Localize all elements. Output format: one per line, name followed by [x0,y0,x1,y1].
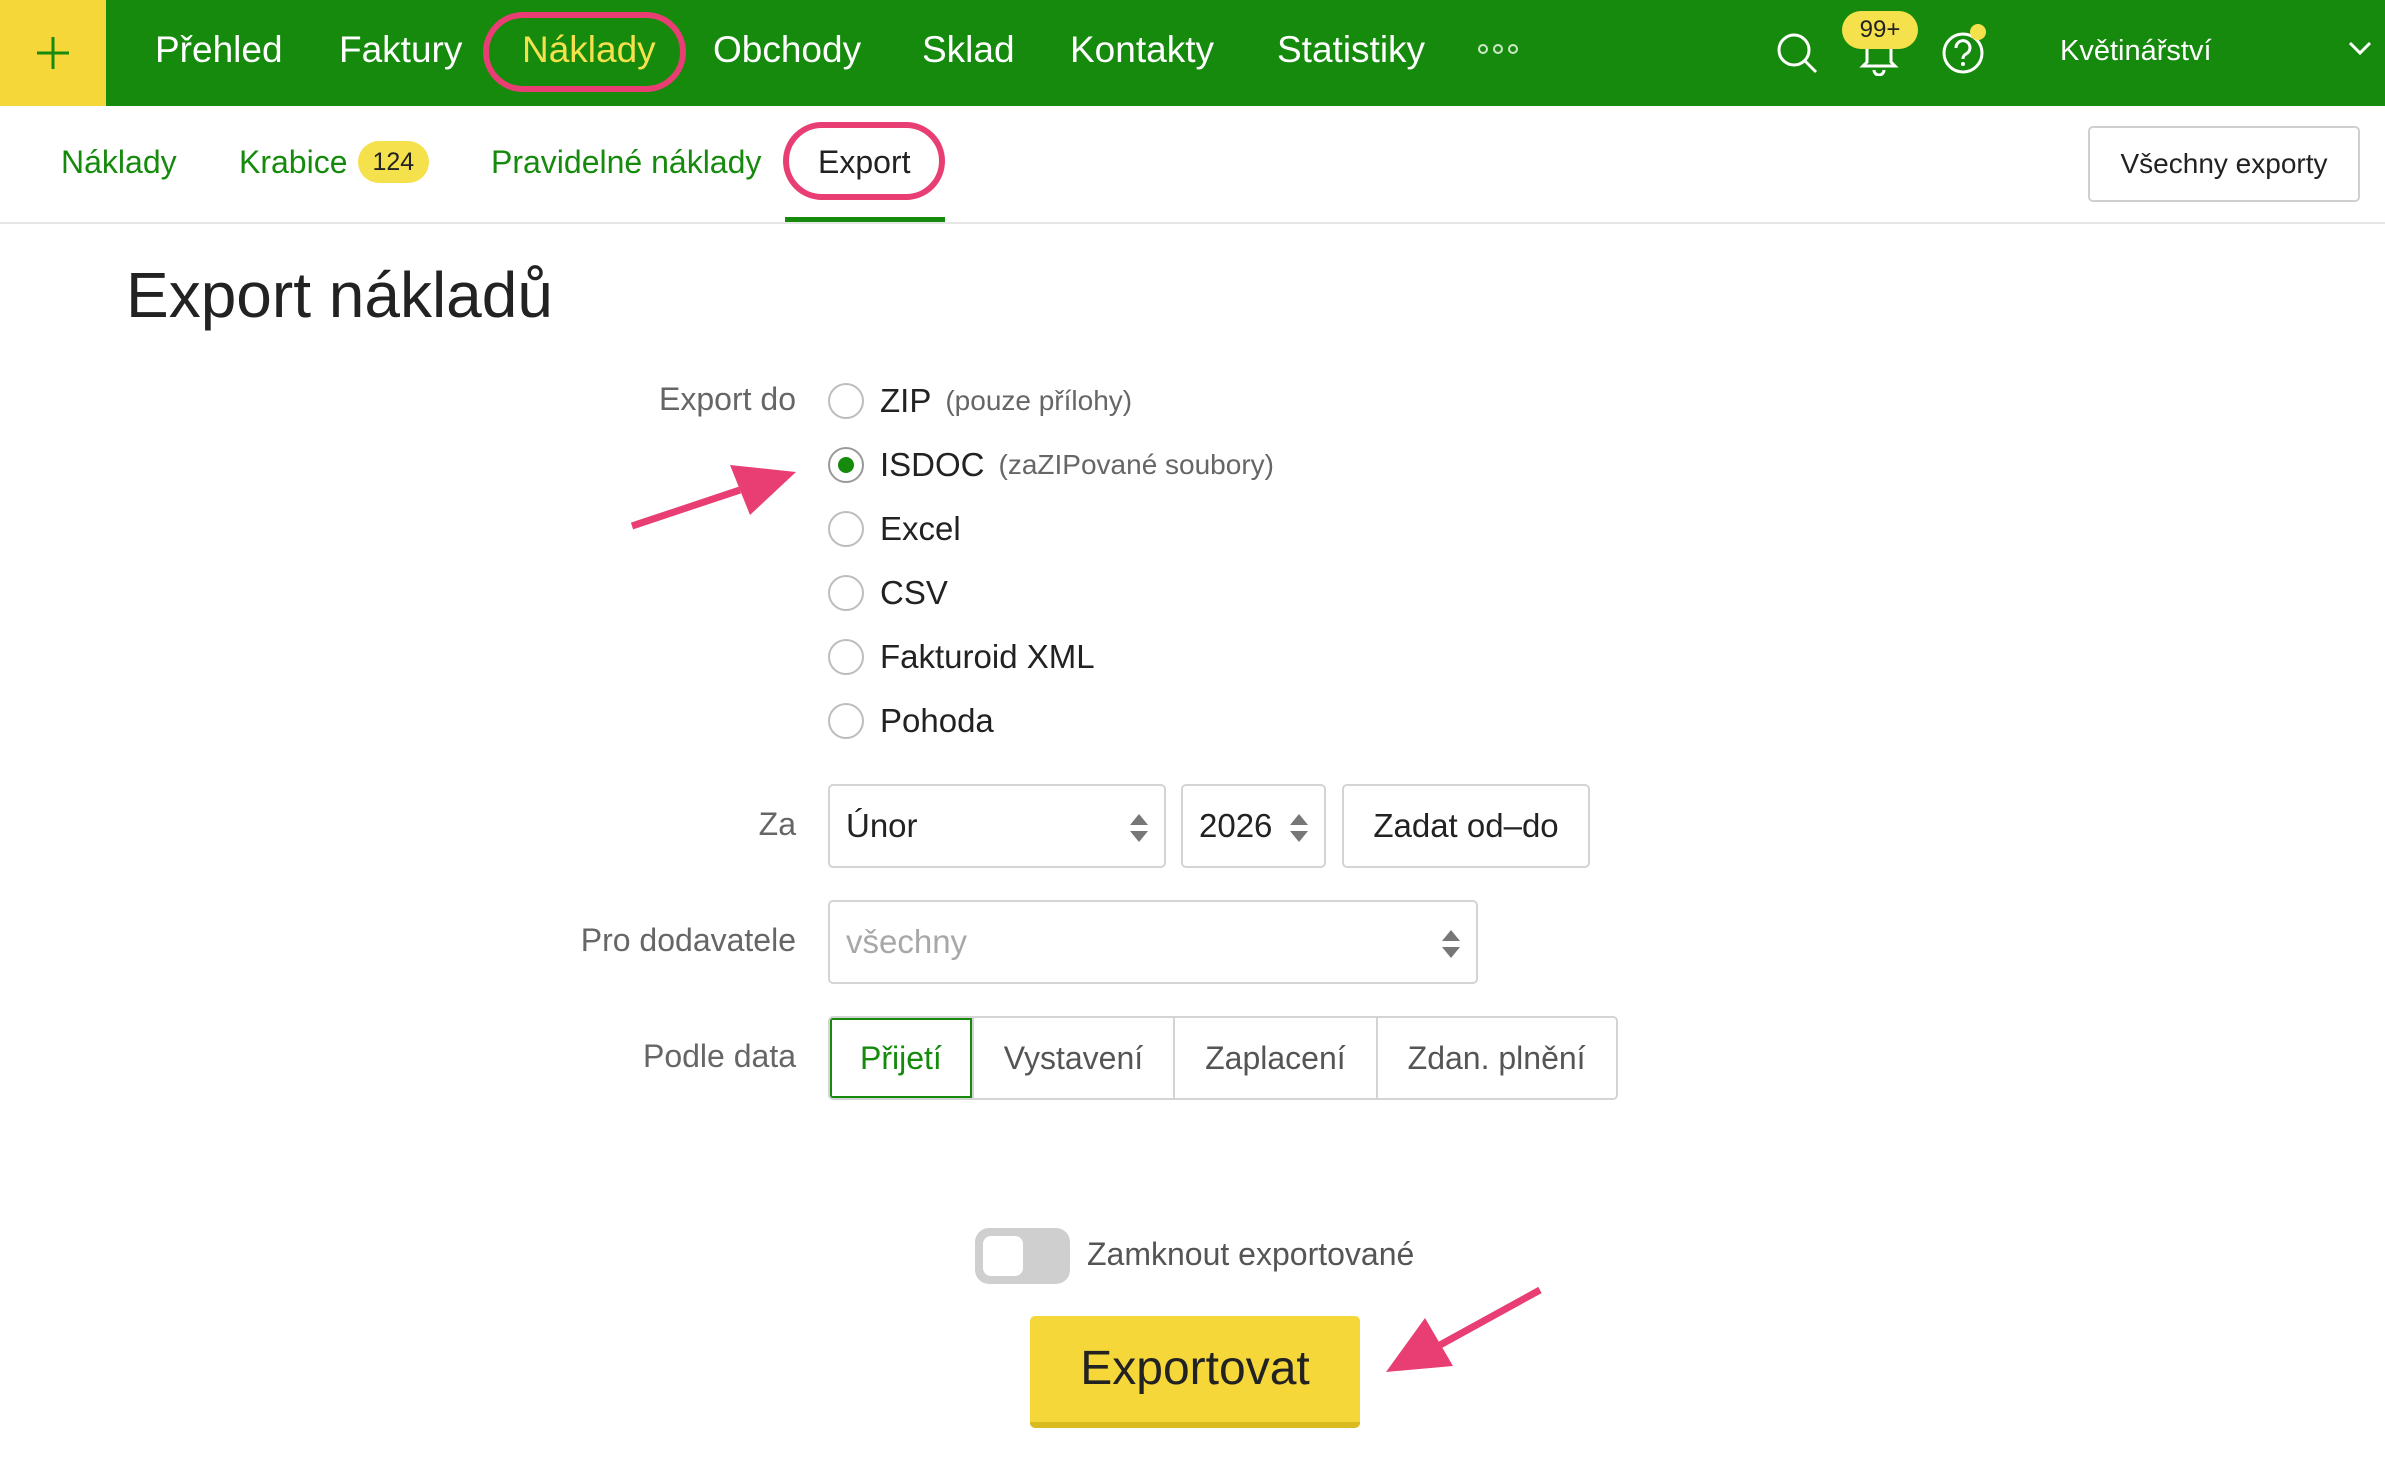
radio-button[interactable] [828,703,864,739]
toggle-knob [983,1236,1023,1276]
radio-option-zip[interactable]: ZIP (pouze přílohy) [828,380,1132,422]
radio-option-fakturoid-xml[interactable]: Fakturoid XML [828,636,1095,678]
date-basis-segmented-control: Přijetí Vystavení Zaplacení Zdan. plnění [828,1016,1618,1100]
radio-label: ISDOC [880,446,985,483]
all-exports-button[interactable]: Všechny exporty [2088,126,2360,202]
select-arrows-icon [1290,814,1308,842]
subnav-item-naklady[interactable]: Náklady [61,106,177,222]
radio-note: (pouze přílohy) [945,385,1133,416]
lock-exported-toggle[interactable] [975,1228,1070,1284]
date-range-button[interactable]: Zadat od–do [1342,784,1590,868]
year-select-value: 2026 [1199,807,1273,844]
radio-button[interactable] [828,575,864,611]
page-title: Export nákladů [126,259,553,331]
notifications-badge: 99+ [1842,11,1918,49]
top-navigation: Přehled Faktury Náklady Obchody Sklad Ko… [0,0,2385,106]
plus-icon [37,37,69,69]
radio-option-excel[interactable]: Excel [828,508,961,550]
arrow-to-isdoc-icon [630,465,796,530]
account-chevron-button[interactable] [2347,38,2373,63]
account-name[interactable]: Květinářství [2060,0,2212,106]
radio-label: Excel [880,510,961,547]
nav-item-faktury[interactable]: Faktury [339,0,462,106]
more-dots-icon[interactable] [1478,44,1518,54]
export-button[interactable]: Exportovat [1030,1316,1360,1428]
subnav-item-krabice-label: Krabice [239,144,348,180]
nav-item-kontakty[interactable]: Kontakty [1070,0,1214,106]
date-basis-zdan-plneni[interactable]: Zdan. plnění [1375,1018,1616,1098]
radio-note: (zaZIPované soubory) [998,449,1274,480]
nav-item-sklad[interactable]: Sklad [922,0,1015,106]
month-select[interactable]: Únor [828,784,1166,868]
date-basis-label: Podle data [642,1038,796,1074]
active-tab-underline [785,217,945,222]
radio-button[interactable] [828,383,864,419]
radio-label: Pohoda [880,702,994,739]
export-to-label: Export do [659,381,796,417]
date-basis-prijeti[interactable]: Přijetí [830,1018,972,1098]
subnav-item-export[interactable]: Export [818,106,910,222]
search-button[interactable] [1766,22,1828,84]
radio-button-checked[interactable] [828,447,864,483]
radio-option-pohoda[interactable]: Pohoda [828,700,994,742]
radio-label: Fakturoid XML [880,638,1095,675]
radio-label: ZIP [880,382,932,419]
date-basis-zaplaceni[interactable]: Zaplacení [1173,1018,1376,1098]
radio-label: CSV [880,574,948,611]
radio-option-csv[interactable]: CSV [828,572,948,614]
supplier-label: Pro dodavatele [580,922,796,958]
nav-item-naklady[interactable]: Náklady [522,0,656,106]
chevron-down-icon [2348,41,2372,56]
nav-item-obchody[interactable]: Obchody [713,0,861,106]
supplier-select[interactable]: všechny [828,900,1478,984]
date-basis-vystaveni[interactable]: Vystavení [971,1018,1174,1098]
inbox-count-badge: 124 [357,140,430,183]
search-icon [1777,33,1818,74]
sub-navigation: Náklady Krabice 124 Pravidelné náklady Ex… [0,106,2385,224]
select-arrows-icon [1442,930,1460,958]
radio-button[interactable] [828,639,864,675]
add-new-button[interactable] [0,0,106,106]
nav-item-prehled[interactable]: Přehled [155,0,283,106]
lock-exported-label: Zamknout exportované [1087,1236,1415,1272]
year-select[interactable]: 2026 [1181,784,1326,868]
select-arrows-icon [1130,814,1148,842]
radio-button[interactable] [828,511,864,547]
subnav-item-krabice[interactable]: Krabice 124 [239,106,430,222]
nav-item-statistiky[interactable]: Statistiky [1277,0,1425,106]
help-notification-dot [1970,24,1986,40]
supplier-select-placeholder: všechny [846,923,968,960]
arrow-to-export-button-icon [1386,1286,1542,1372]
month-select-value: Únor [846,807,918,844]
period-label: Za [758,806,796,842]
radio-option-isdoc[interactable]: ISDOC (zaZIPované soubory) [828,444,1274,486]
subnav-item-pravidelne-naklady[interactable]: Pravidelné náklady [491,106,761,222]
